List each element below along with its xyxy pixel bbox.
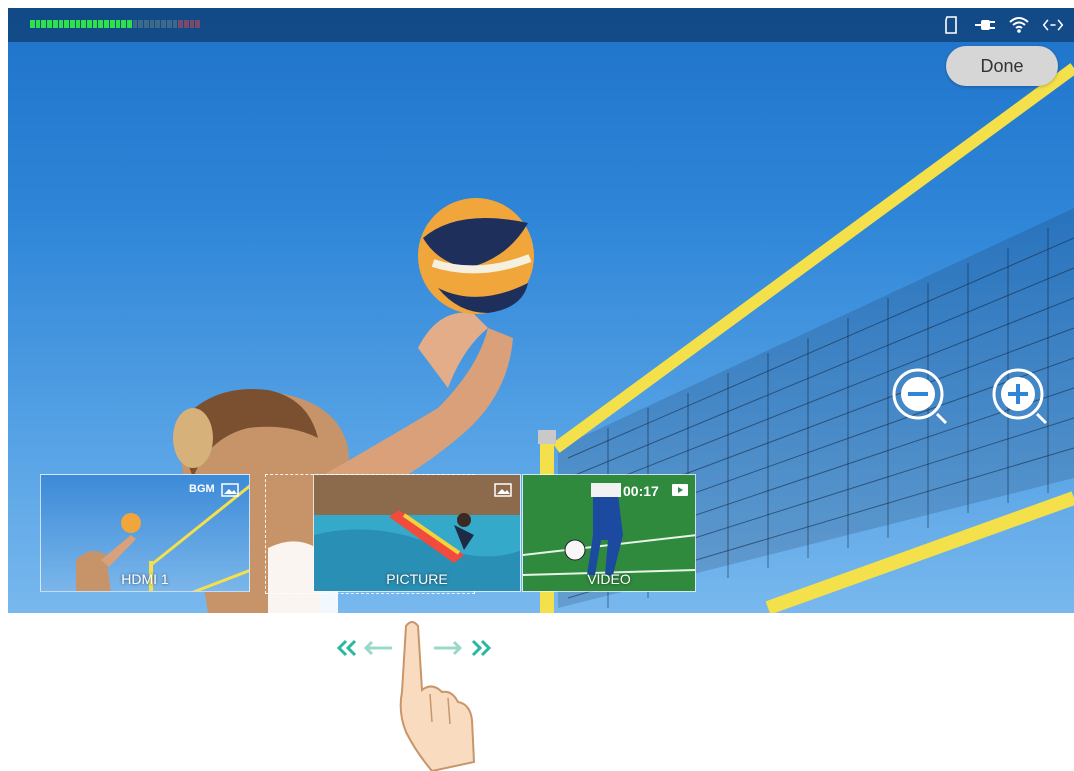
sd-card-icon [940, 14, 962, 36]
meter-segment [132, 20, 138, 28]
meter-segment [166, 20, 172, 28]
meter-segment [92, 20, 98, 28]
zoom-out-button[interactable] [890, 366, 950, 436]
meter-segment [87, 20, 92, 28]
meter-segment [41, 20, 47, 28]
meter-segment [121, 20, 126, 28]
pointing-hand-icon [399, 621, 476, 771]
swipe-gesture-hint [336, 621, 492, 771]
status-icons [940, 14, 1064, 36]
source-tile-picture[interactable]: PICTURE [313, 474, 521, 592]
zoom-out-icon [892, 368, 948, 425]
preview-screen[interactable]: Done BGM HDMI 1 PICTURE 00:17 VIDEO [8, 8, 1074, 613]
swipe-left-arrows-icon [336, 639, 392, 657]
meter-segment [47, 20, 52, 28]
source-label-picture: PICTURE [386, 571, 448, 587]
volleyball [418, 198, 534, 314]
source-label-video: VIDEO [587, 571, 631, 587]
meter-segment [75, 20, 81, 28]
meter-segment [126, 20, 132, 28]
source-tile-video[interactable]: 00:17 VIDEO [522, 474, 696, 592]
meter-segment [109, 20, 115, 28]
meter-segment [149, 20, 155, 28]
image-icon [221, 483, 239, 500]
meter-segment [35, 20, 41, 28]
meter-segment [183, 20, 189, 28]
wifi-icon [1008, 14, 1030, 36]
meter-segment [64, 20, 69, 28]
meter-segment [115, 20, 121, 28]
zoom-in-button[interactable] [990, 366, 1050, 436]
meter-segment [189, 20, 195, 28]
zoom-in-icon [992, 368, 1048, 425]
meter-segment [144, 20, 149, 28]
meter-segment [138, 20, 144, 28]
audio-level-meter [30, 20, 201, 28]
meter-segment [104, 20, 109, 28]
meter-segment [30, 20, 35, 28]
play-icon [671, 483, 689, 500]
meter-segment [155, 20, 161, 28]
source-tile-hdmi1[interactable]: BGM HDMI 1 [40, 474, 250, 592]
meter-segment [195, 20, 201, 28]
source-label-hdmi1: HDMI 1 [121, 571, 169, 587]
swipe-right-arrows-icon [434, 639, 492, 657]
image-icon [494, 483, 512, 500]
meter-segment [58, 20, 64, 28]
meter-segment [172, 20, 178, 28]
bgm-badge: BGM [189, 483, 215, 495]
video-duration: 00:17 [623, 483, 659, 499]
device-ui: Done BGM HDMI 1 PICTURE 00:17 VIDEO [0, 0, 1074, 771]
meter-segment [161, 20, 166, 28]
meter-segment [178, 20, 183, 28]
done-button[interactable]: Done [946, 46, 1058, 86]
meter-segment [52, 20, 58, 28]
meter-segment [69, 20, 75, 28]
network-link-icon [1042, 14, 1064, 36]
power-plug-icon [974, 14, 996, 36]
meter-segment [81, 20, 87, 28]
status-bar [8, 8, 1074, 42]
meter-segment [98, 20, 104, 28]
